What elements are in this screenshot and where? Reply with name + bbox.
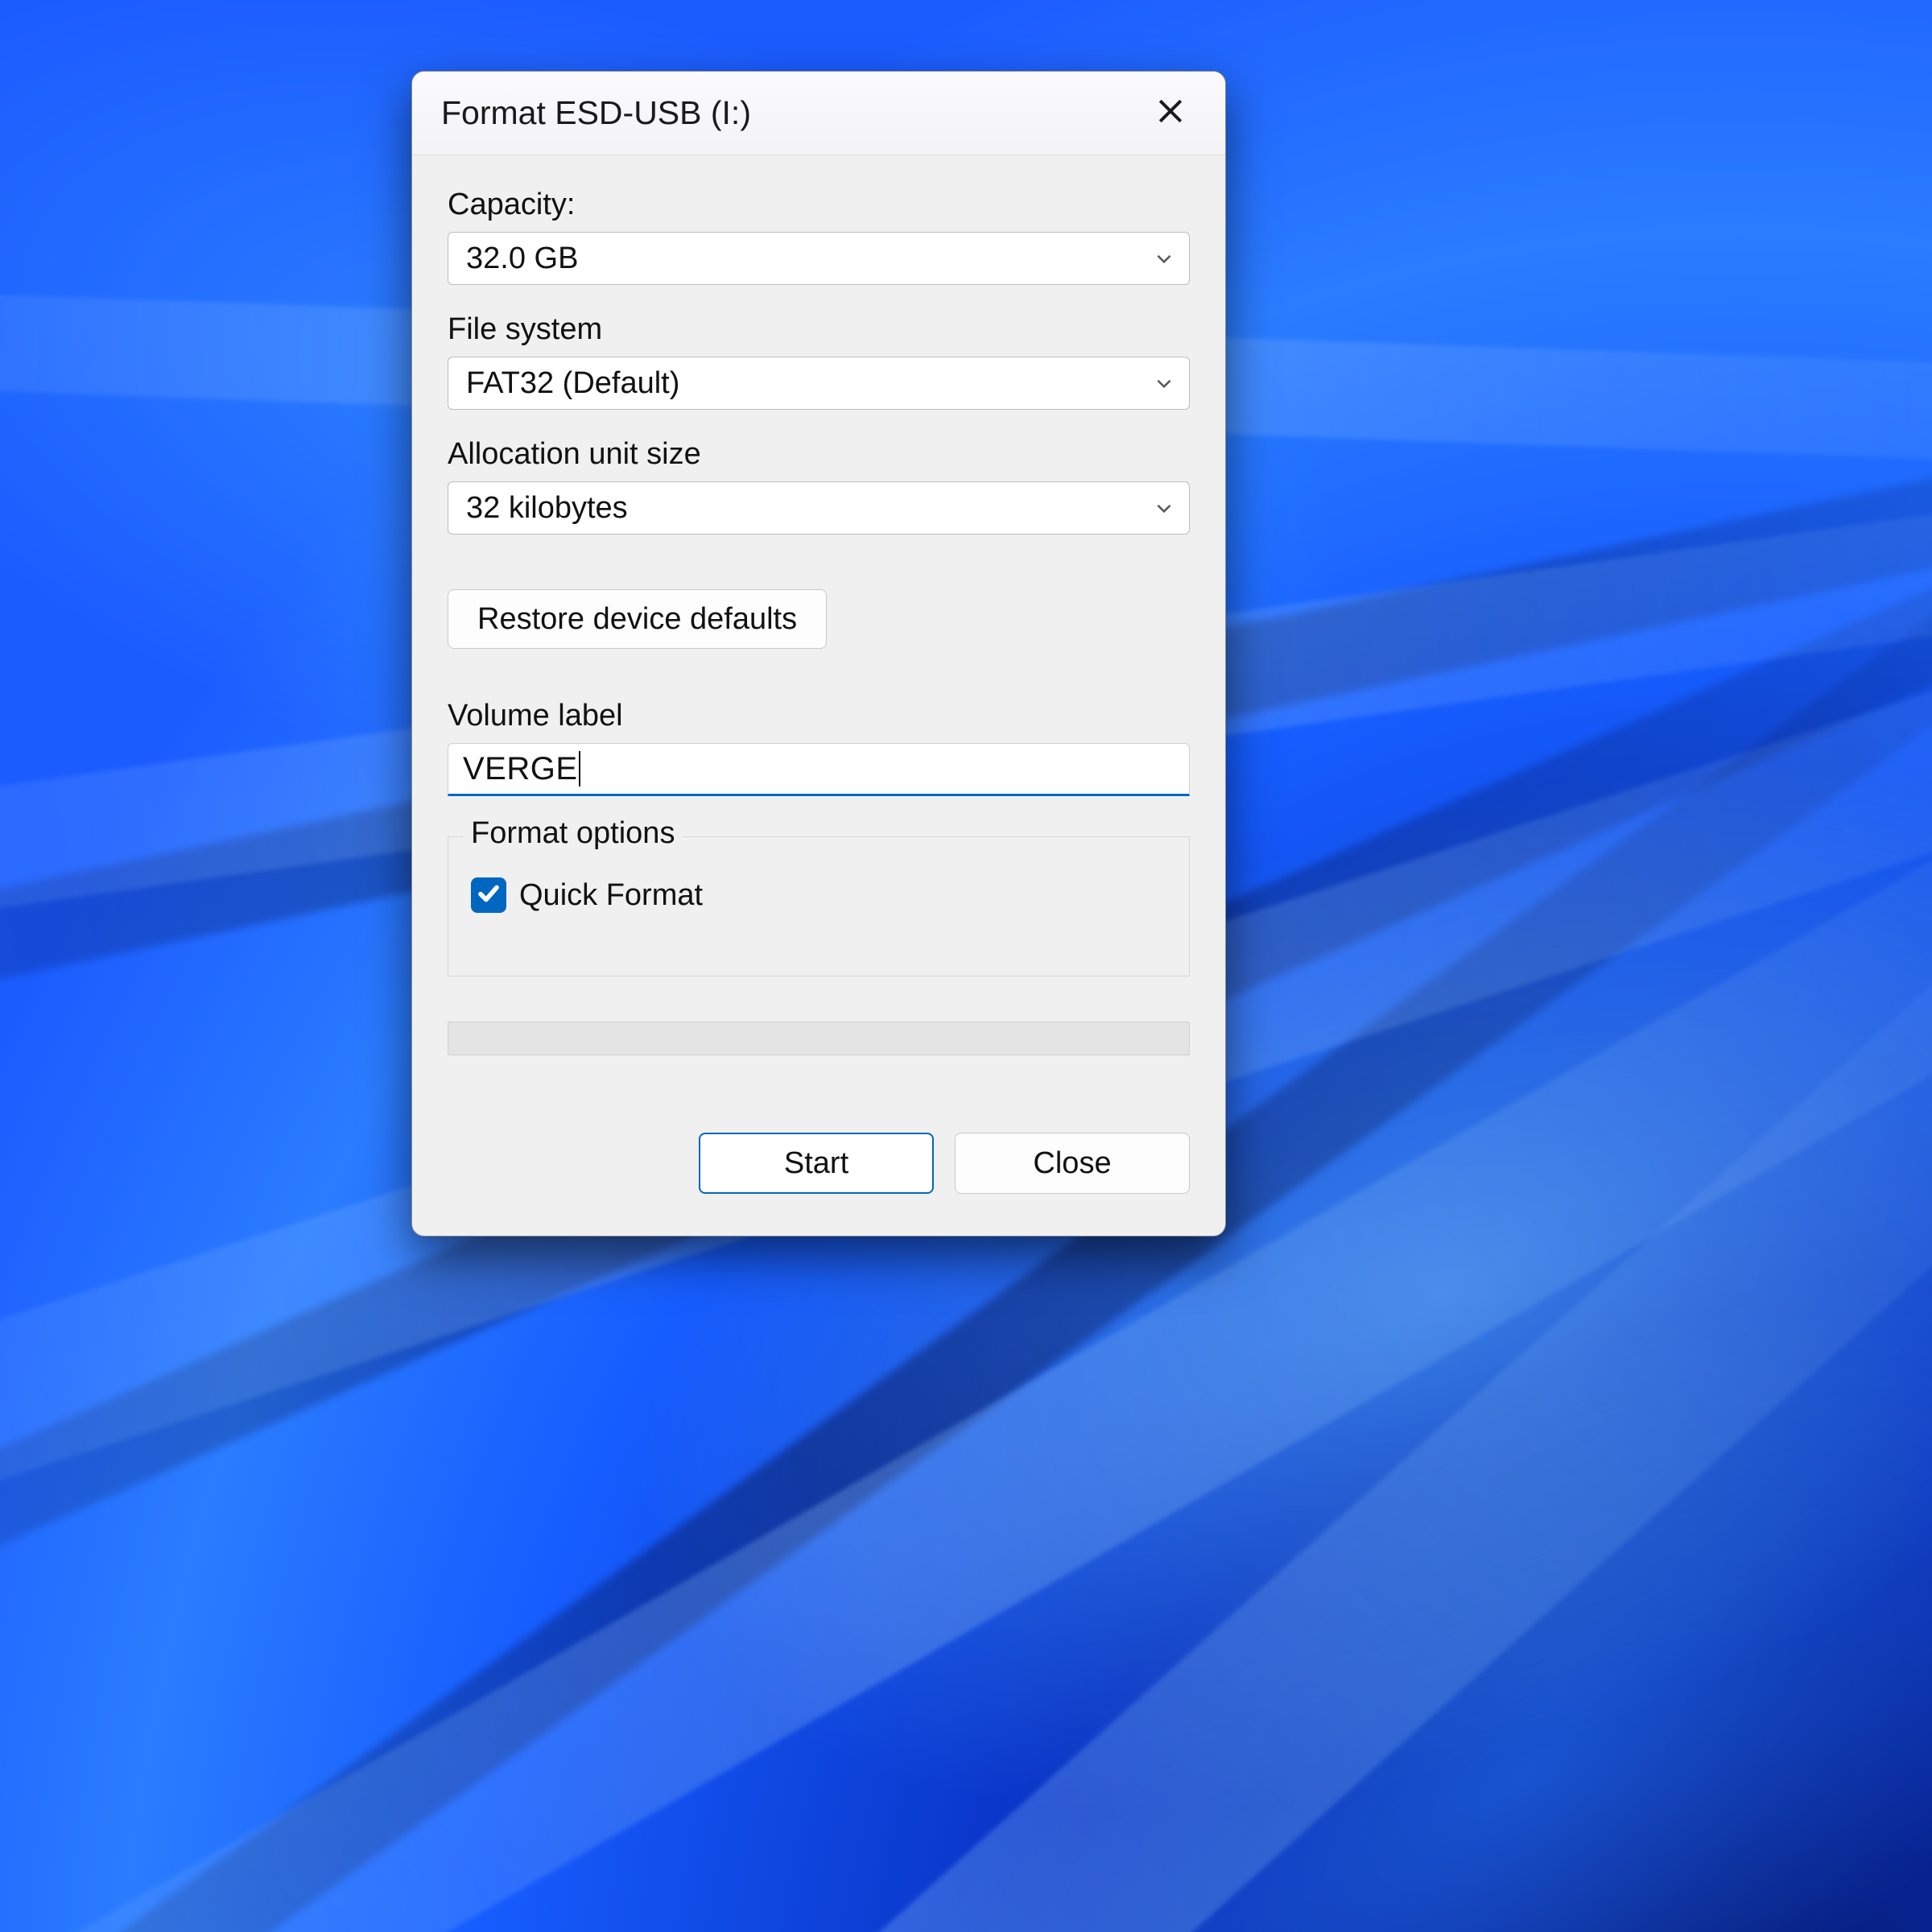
- dialog-footer: Start Close: [448, 1133, 1190, 1194]
- volume-label-value: VERGE: [463, 751, 578, 787]
- capacity-label: Capacity:: [448, 188, 1190, 222]
- chevron-down-icon: [1154, 248, 1174, 269]
- close-icon: [1157, 97, 1184, 129]
- chevron-down-icon: [1154, 373, 1174, 394]
- restore-defaults-button[interactable]: Restore device defaults: [448, 589, 827, 649]
- format-dialog: Format ESD-USB (I:) Capacity: 32.0 GB Fi…: [411, 71, 1226, 1236]
- filesystem-label: File system: [448, 312, 1190, 347]
- close-button[interactable]: [1138, 85, 1203, 142]
- capacity-select[interactable]: 32.0 GB: [448, 232, 1190, 285]
- filesystem-value: FAT32 (Default): [466, 366, 679, 401]
- dialog-body: Capacity: 32.0 GB File system FAT32 (Def…: [412, 155, 1225, 1236]
- allocation-select[interactable]: 32 kilobytes: [448, 481, 1190, 535]
- chevron-down-icon: [1154, 497, 1174, 518]
- close-dialog-button[interactable]: Close: [955, 1133, 1190, 1194]
- restore-defaults-label: Restore device defaults: [477, 602, 797, 637]
- dialog-title: Format ESD-USB (I:): [441, 94, 751, 132]
- quick-format-label: Quick Format: [519, 878, 703, 913]
- quick-format-row[interactable]: Quick Format: [471, 877, 1166, 913]
- format-options-legend: Format options: [463, 816, 683, 851]
- allocation-value: 32 kilobytes: [466, 491, 628, 526]
- titlebar[interactable]: Format ESD-USB (I:): [412, 72, 1225, 155]
- start-button[interactable]: Start: [699, 1133, 934, 1194]
- start-button-label: Start: [784, 1146, 848, 1181]
- close-button-label: Close: [1033, 1146, 1111, 1181]
- format-options-group: Format options Quick Format: [448, 836, 1190, 976]
- quick-format-checkbox[interactable]: [471, 877, 506, 913]
- volume-label-input[interactable]: VERGE: [448, 743, 1190, 796]
- text-caret: [579, 751, 580, 786]
- format-progress-bar: [448, 1022, 1190, 1055]
- check-icon: [477, 881, 501, 910]
- filesystem-select[interactable]: FAT32 (Default): [448, 357, 1190, 410]
- allocation-label: Allocation unit size: [448, 437, 1190, 472]
- capacity-value: 32.0 GB: [466, 242, 578, 276]
- volume-label-caption: Volume label: [448, 699, 1190, 733]
